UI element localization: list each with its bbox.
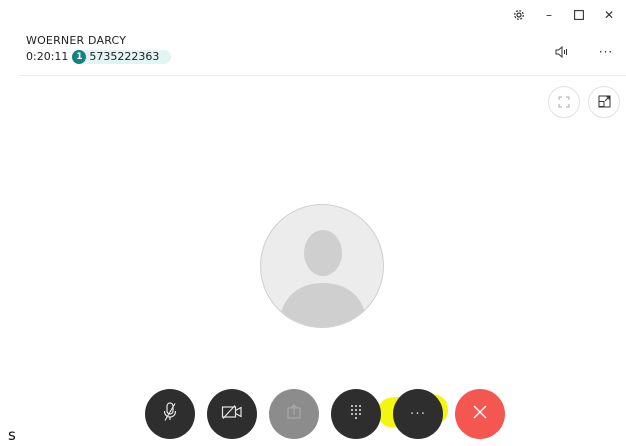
picture-in-picture-icon <box>598 93 611 112</box>
view-controls <box>548 86 620 118</box>
close-icon[interactable]: ✕ <box>602 8 616 22</box>
mute-button[interactable] <box>145 389 195 439</box>
more-button[interactable]: ··· <box>393 389 443 439</box>
end-call-icon <box>472 404 488 424</box>
more-options-icon[interactable]: ··· <box>598 44 614 60</box>
header-actions: ··· <box>554 44 614 60</box>
gear-icon[interactable] <box>512 8 526 22</box>
end-call-button[interactable] <box>455 389 505 439</box>
fullscreen-button[interactable] <box>548 86 580 118</box>
header-divider <box>18 75 626 76</box>
more-dots-icon: ··· <box>409 406 427 422</box>
call-header: WOERNER DARCY 0:20:11 1 5735222363 <box>26 34 172 64</box>
call-info-row: 0:20:11 1 5735222363 <box>26 50 172 64</box>
video-off-icon <box>221 404 243 424</box>
speaker-icon[interactable] <box>554 44 570 60</box>
caller-avatar <box>260 204 384 328</box>
call-control-bar: ··· <box>145 389 505 439</box>
fullscreen-icon <box>558 93 570 112</box>
maximize-icon[interactable] <box>572 8 586 22</box>
phone-number-chip: 1 5735222363 <box>72 50 172 64</box>
phone-number: 5735222363 <box>89 50 160 63</box>
person-silhouette-icon <box>279 230 367 327</box>
call-timer: 0:20:11 <box>26 50 69 63</box>
microphone-muted-icon <box>162 402 178 426</box>
minimize-icon[interactable]: – <box>542 8 556 22</box>
caller-name: WOERNER DARCY <box>26 34 127 47</box>
share-icon <box>286 404 302 424</box>
video-button[interactable] <box>207 389 257 439</box>
dialpad-icon <box>349 403 363 425</box>
share-button[interactable] <box>269 389 319 439</box>
line-badge: 1 <box>72 50 87 64</box>
stray-text: s <box>8 426 16 444</box>
keypad-button[interactable] <box>331 389 381 439</box>
picture-in-picture-button[interactable] <box>588 86 620 118</box>
window-controls: – ✕ <box>512 8 616 22</box>
